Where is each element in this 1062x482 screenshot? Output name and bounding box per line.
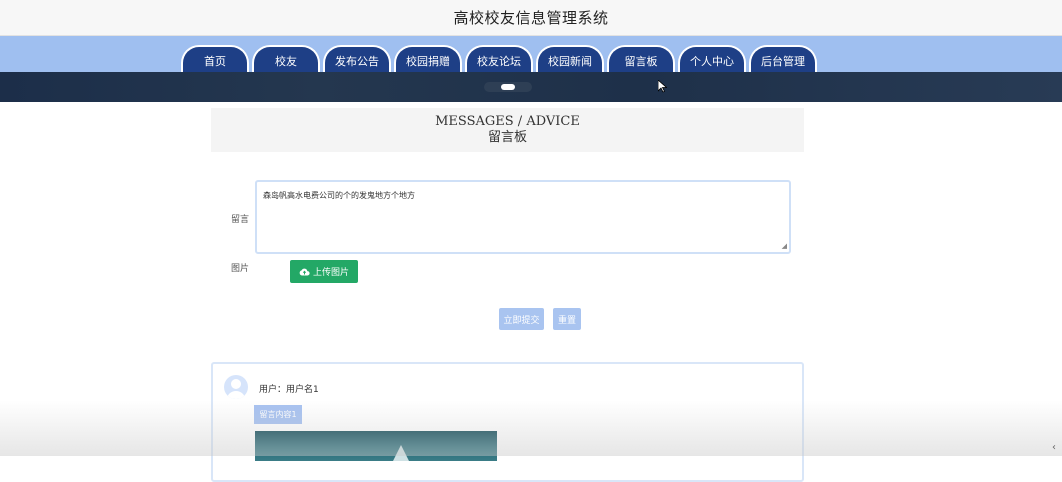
carousel-dot-active[interactable]	[501, 84, 515, 90]
nav-tab-profile[interactable]: 个人中心	[678, 45, 746, 72]
nav-tab-messages[interactable]: 留言板	[607, 45, 675, 72]
main-nav: 首页 校友 发布公告 校园捐赠 校友论坛 校园新闻 留言板 个人中心 后台管理	[181, 45, 817, 73]
cloud-upload-icon	[299, 268, 310, 276]
nav-tab-news[interactable]: 校园新闻	[536, 45, 604, 72]
section-title-en: MESSAGES / ADVICE	[435, 114, 580, 129]
banner-carousel	[0, 72, 1062, 102]
user-avatar-icon	[227, 379, 245, 399]
message-content-badge: 留言内容1	[254, 405, 302, 424]
submit-button[interactable]: 立即提交	[499, 308, 544, 330]
message-label: 留言	[231, 215, 250, 225]
message-user: 用户：用户名1	[259, 385, 319, 395]
mouse-cursor-icon	[658, 80, 667, 93]
message-text: 森岛帆高水电费公司的个的发鬼地方个地方	[263, 191, 415, 200]
upload-image-button[interactable]: 上传图片	[290, 260, 358, 283]
avatar	[224, 375, 248, 399]
section-title-cn: 留言板	[487, 130, 527, 145]
site-title: 高校校友信息管理系统	[453, 9, 609, 27]
section-header: MESSAGES / ADVICE 留言板	[211, 108, 804, 152]
reset-button[interactable]: 重置	[553, 308, 581, 330]
message-textarea[interactable]: 森岛帆高水电费公司的个的发鬼地方个地方 ◢	[255, 180, 791, 254]
nav-tab-forum[interactable]: 校友论坛	[465, 45, 533, 72]
message-image[interactable]	[255, 431, 497, 461]
nav-tab-donations[interactable]: 校园捐赠	[394, 45, 462, 72]
chevron-left-icon[interactable]: ‹	[1052, 442, 1056, 453]
upload-image-label: 上传图片	[312, 268, 349, 278]
resize-handle-icon[interactable]: ◢	[782, 242, 787, 250]
image-label: 图片	[231, 264, 250, 274]
photo-peak-shape	[393, 445, 409, 461]
top-bar: 高校校友信息管理系统	[0, 0, 1062, 36]
nav-tab-alumni[interactable]: 校友	[252, 45, 320, 72]
carousel-indicator[interactable]	[484, 82, 532, 92]
nav-tab-home[interactable]: 首页	[181, 45, 249, 72]
nav-tab-announcements[interactable]: 发布公告	[323, 45, 391, 72]
nav-tab-admin[interactable]: 后台管理	[749, 45, 817, 72]
